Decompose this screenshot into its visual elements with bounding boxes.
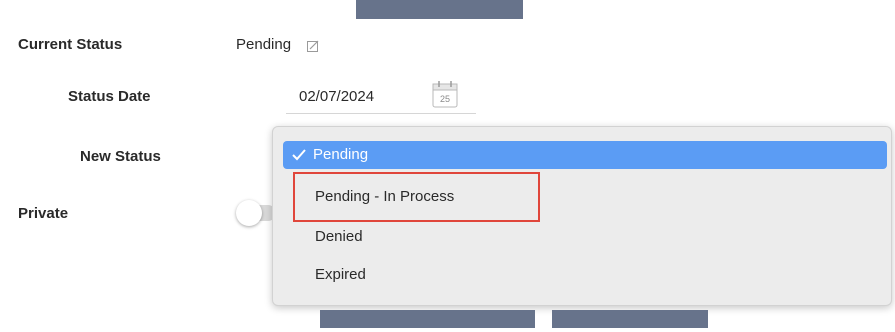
private-label: Private — [18, 205, 69, 222]
calendar-day: 25 — [440, 94, 450, 104]
top-button[interactable] — [356, 0, 523, 19]
toggle-knob[interactable] — [236, 200, 262, 226]
status-option-denied[interactable]: Denied — [285, 223, 887, 251]
status-option-expired[interactable]: Expired — [285, 261, 887, 289]
current-status-value: Pending — [236, 36, 292, 53]
status-option-label: Pending — [313, 146, 369, 163]
bottom-right-button[interactable] — [552, 310, 708, 328]
checkmark-icon — [292, 149, 306, 161]
status-date-field[interactable]: 02/07/2024 25 — [286, 76, 476, 114]
status-option-pending[interactable]: Pending — [283, 141, 887, 169]
edit-icon[interactable] — [307, 40, 319, 52]
calendar-icon[interactable]: 25 — [432, 80, 458, 108]
status-date-value[interactable]: 02/07/2024 — [299, 88, 374, 105]
status-option-pending-in-process[interactable]: Pending - In Process — [285, 183, 887, 211]
private-toggle[interactable] — [236, 200, 276, 226]
current-status-label: Current Status — [18, 36, 123, 53]
new-status-dropdown[interactable]: Pending Pending - In Process Denied Expi… — [272, 126, 892, 306]
new-status-label: New Status — [80, 148, 161, 165]
status-form: Current Status Pending Status Date 02/07… — [0, 0, 895, 332]
status-date-label: Status Date — [68, 88, 151, 105]
bottom-left-button[interactable] — [320, 310, 535, 328]
